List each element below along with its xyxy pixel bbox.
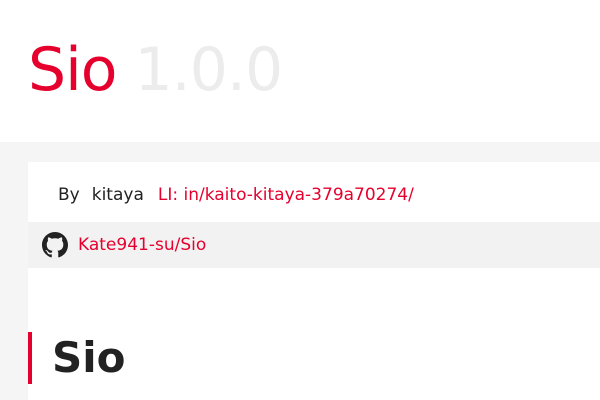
site-header: Sio 1.0.0 (0, 0, 600, 142)
title-row: Sio 1.0.0 (28, 40, 283, 100)
linkedin-link[interactable]: LI: in/kaito-kitaya-379a70274/ (158, 185, 414, 205)
github-icon (42, 232, 68, 258)
author-row: By kitaya LI: in/kaito-kitaya-379a70274/ (58, 184, 414, 206)
package-version: 1.0.0 (134, 35, 283, 105)
readme-heading: Sio (28, 332, 126, 384)
package-name: Sio (28, 35, 117, 105)
repository-link[interactable]: Kate941-su/Sio (78, 235, 206, 255)
author-by-label: By (58, 185, 80, 205)
repository-row: Kate941-su/Sio (28, 222, 600, 268)
author-name: kitaya (91, 185, 144, 205)
package-page: Sio 1.0.0 By kitaya LI: in/kaito-kitaya-3… (0, 0, 600, 400)
package-info-panel: By kitaya LI: in/kaito-kitaya-379a70274/… (28, 162, 600, 400)
